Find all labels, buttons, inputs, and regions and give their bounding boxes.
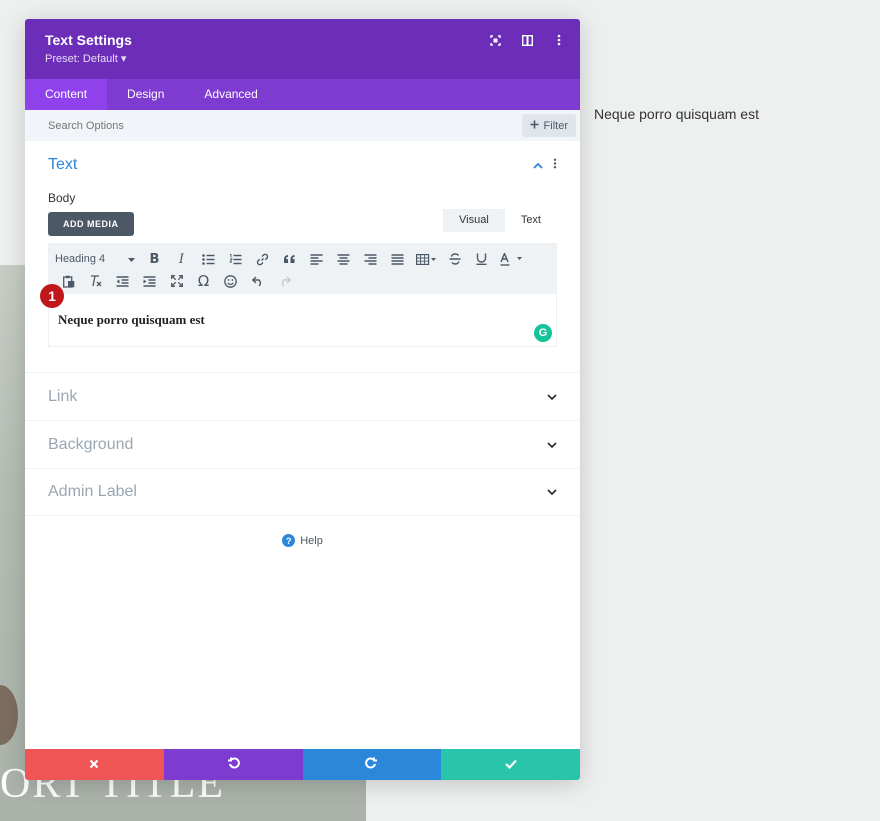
text-section-title[interactable]: Text — [48, 156, 77, 174]
strikethrough-icon[interactable] — [441, 249, 468, 269]
bullet-list-icon[interactable] — [195, 249, 222, 269]
search-input[interactable] — [48, 110, 348, 141]
grammarly-icon[interactable]: G — [534, 324, 552, 342]
numbered-list-icon[interactable] — [222, 249, 249, 269]
format-select[interactable]: Heading 4 — [55, 253, 141, 265]
redo-icon[interactable] — [271, 271, 298, 291]
text-section: Text Body ADD MEDIA Visual Text Heading … — [25, 141, 580, 372]
link-icon[interactable] — [249, 249, 276, 269]
omega-icon[interactable]: Ω — [190, 271, 217, 291]
chevron-down-icon[interactable] — [547, 388, 557, 406]
modal-footer — [25, 749, 580, 780]
tab-content[interactable]: Content — [25, 79, 107, 110]
italic-icon[interactable]: I — [168, 249, 195, 269]
undo-button[interactable] — [164, 749, 303, 780]
section-admin-label[interactable]: Admin Label — [25, 468, 580, 516]
blockquote-icon[interactable] — [276, 249, 303, 269]
editor-mode-tabs: Visual Text — [443, 209, 557, 232]
editor-content-area[interactable]: Neque porro quisquam est G — [49, 294, 556, 346]
align-justify-icon[interactable] — [384, 249, 411, 269]
section-background[interactable]: Background — [25, 420, 580, 468]
close-icon — [89, 756, 99, 774]
chevron-down-icon[interactable] — [547, 436, 557, 454]
background-figure — [0, 685, 18, 745]
section-background-title: Background — [48, 436, 133, 454]
modal-title: Text Settings — [45, 32, 560, 48]
bold-icon[interactable]: B — [141, 249, 168, 269]
tab-visual[interactable]: Visual — [443, 209, 505, 232]
step-number-badge: 1 — [40, 284, 64, 308]
preset-selector[interactable]: Preset: Default ▾ — [45, 52, 560, 65]
indent-icon[interactable] — [136, 271, 163, 291]
help-label: Help — [300, 535, 323, 547]
rich-text-editor: Heading 4 B I — [48, 243, 557, 347]
chevron-down-icon[interactable] — [547, 483, 557, 501]
modal-tabs: Content Design Advanced — [25, 79, 580, 110]
help-link[interactable]: ? Help — [25, 534, 580, 547]
emoji-icon[interactable] — [217, 271, 244, 291]
redo-button[interactable] — [303, 749, 442, 780]
tab-text[interactable]: Text — [505, 209, 557, 232]
save-button[interactable] — [441, 749, 580, 780]
section-link[interactable]: Link — [25, 372, 580, 420]
underline-icon[interactable] — [468, 249, 495, 269]
section-link-title: Link — [48, 388, 77, 406]
align-left-icon[interactable] — [303, 249, 330, 269]
tab-design[interactable]: Design — [107, 79, 184, 110]
plus-icon — [530, 120, 539, 132]
focus-icon[interactable] — [488, 33, 502, 47]
add-media-button[interactable]: ADD MEDIA — [48, 212, 134, 236]
tab-advanced[interactable]: Advanced — [184, 79, 277, 110]
modal-header: Text Settings Preset: Default ▾ — [25, 19, 580, 79]
checkmark-icon — [505, 756, 517, 774]
section-more-icon[interactable] — [553, 156, 557, 174]
columns-icon[interactable] — [520, 33, 534, 47]
outdent-icon[interactable] — [109, 271, 136, 291]
redo-icon — [365, 756, 378, 774]
more-icon[interactable] — [552, 33, 566, 47]
editor-text[interactable]: Neque porro quisquam est — [58, 312, 205, 328]
filter-label: Filter — [544, 120, 568, 132]
body-label: Body — [48, 191, 557, 205]
chevron-up-icon[interactable] — [533, 156, 543, 174]
format-select-value: Heading 4 — [55, 253, 105, 265]
clear-formatting-icon[interactable] — [82, 271, 109, 291]
undo-icon — [227, 756, 240, 774]
table-icon[interactable] — [411, 249, 441, 269]
caret-down-icon — [128, 253, 135, 265]
help-icon: ? — [282, 534, 295, 547]
settings-modal: Text Settings Preset: Default ▾ Content … — [25, 19, 580, 780]
align-right-icon[interactable] — [357, 249, 384, 269]
text-color-icon[interactable] — [495, 249, 529, 269]
fullscreen-icon[interactable] — [163, 271, 190, 291]
preview-text: Neque porro quisquam est — [594, 106, 759, 122]
filter-button[interactable]: Filter — [522, 114, 576, 137]
editor-toolbar: Heading 4 B I — [49, 244, 556, 294]
undo-icon[interactable] — [244, 271, 271, 291]
section-admin-label-title: Admin Label — [48, 483, 137, 501]
search-bar: Filter — [25, 110, 580, 141]
align-center-icon[interactable] — [330, 249, 357, 269]
cancel-button[interactable] — [25, 749, 164, 780]
